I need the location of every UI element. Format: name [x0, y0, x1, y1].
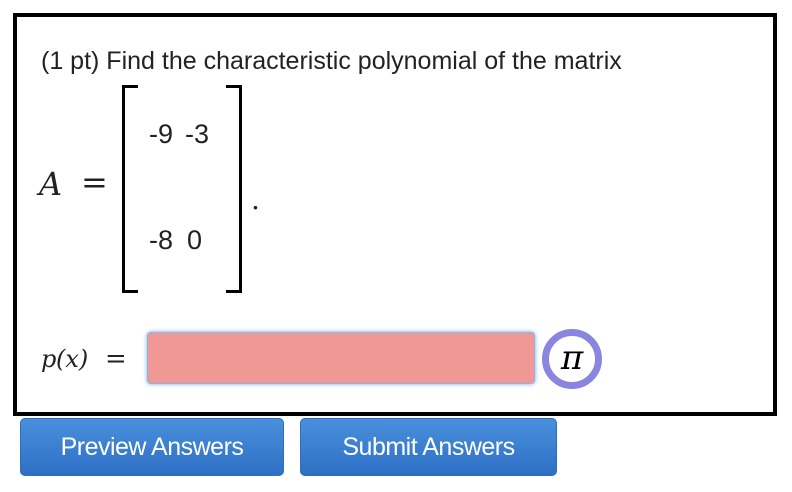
matrix-equals-sign: =: [81, 163, 108, 201]
matrix-cell: -9: [149, 119, 174, 149]
matrix-variable: A: [39, 165, 63, 203]
preview-answers-label: Preview Answers: [60, 433, 244, 461]
pi-icon: π: [560, 338, 584, 378]
answer-function-name: p: [41, 345, 57, 373]
submit-answers-button[interactable]: Submit Answers: [300, 418, 557, 476]
submit-answers-label: Submit Answers: [342, 433, 515, 461]
matrix-cell: -8: [149, 225, 174, 255]
answer-equals-sign: =: [105, 344, 127, 374]
problem-prompt: (1 pt) Find the characteristic polynomia…: [41, 47, 622, 75]
matrix-cell: 0: [187, 225, 203, 255]
pi-equation-editor-button[interactable]: π: [542, 329, 602, 389]
problem-box: (1 pt) Find the characteristic polynomia…: [13, 13, 777, 416]
matrix: -9 -3 -8 0: [122, 85, 242, 293]
matrix-left-bracket: [122, 85, 138, 293]
matrix-right-bracket: [226, 85, 242, 293]
preview-answers-button[interactable]: Preview Answers: [20, 418, 284, 476]
answer-function-argument: (x): [56, 345, 89, 373]
answer-input-field[interactable]: [147, 332, 535, 384]
matrix-cell: -3: [185, 119, 210, 149]
matrix-period: .: [251, 183, 260, 216]
